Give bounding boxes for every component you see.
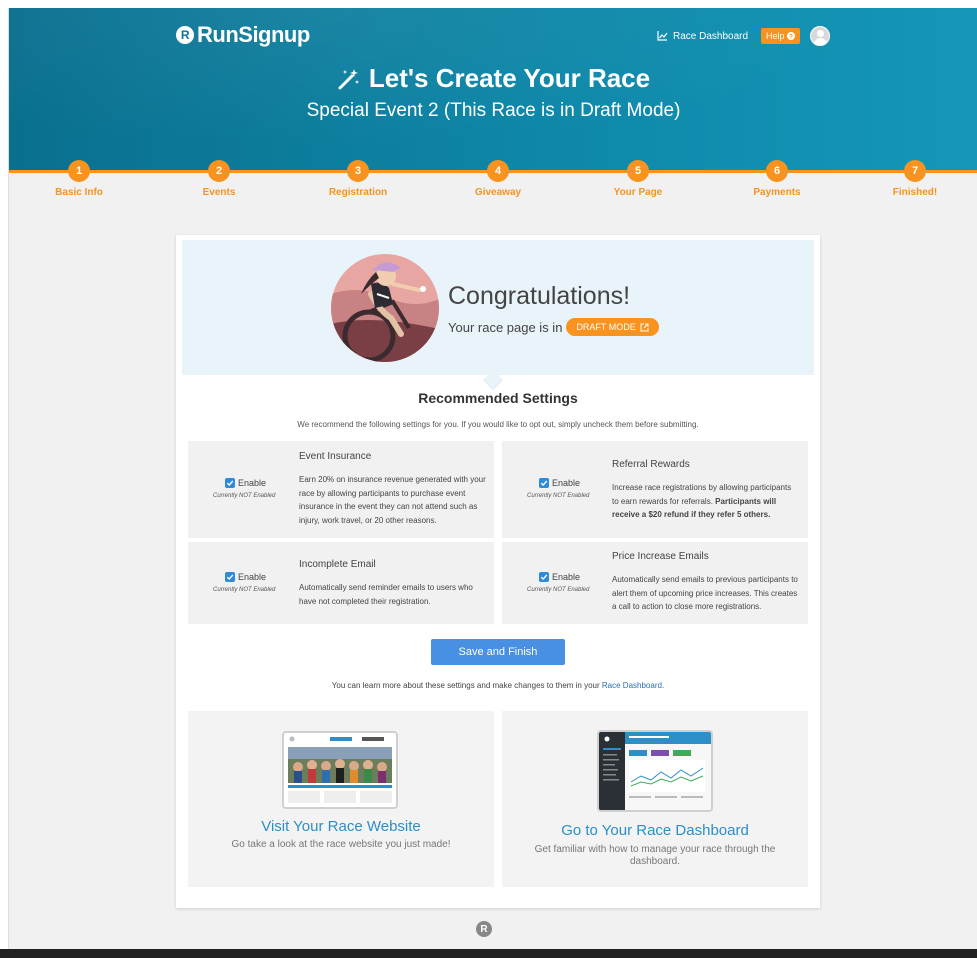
dashboard-promo-title[interactable]: Go to Your Race Dashboard [502,822,808,839]
draft-mode-badge-label: DRAFT MODE [576,322,636,332]
page-title: Let's Create Your Race [9,63,977,94]
race-dashboard-link[interactable]: Race Dashboard [657,31,748,42]
dashboard-promo-desc: Get familiar with how to manage your rac… [534,844,776,867]
learn-more-text: You can learn more about these settings … [176,681,820,690]
dashboard-preview-image [597,730,713,812]
step-number: 6 [766,160,788,182]
help-button[interactable]: Help ? [761,28,800,44]
option-incomplete-email: Enable Currently NOT Enabled Incomplete … [188,542,494,624]
question-icon: ? [786,32,795,40]
status-note: Currently NOT Enabled [213,493,276,499]
top-nav: Race Dashboard Help ? [657,26,830,46]
step-label: Basic Info [55,187,103,198]
learn-more-prefix: You can learn more about these settings … [331,681,600,690]
logo-mark: R [176,26,194,44]
checkbox-checked-icon [225,478,235,488]
recommended-heading: Recommended Settings [418,390,578,406]
wizard-step-registration[interactable]: 3 Registration [298,160,418,198]
enable-label: Enable [238,572,267,582]
step-number: 3 [347,160,369,182]
option-description: Earn 20% on insurance revenue generated … [299,475,486,525]
wizard-step-giveaway[interactable]: 4 Giveaway [438,160,558,198]
step-label: Payments [753,187,801,198]
help-label: Help [766,31,785,41]
step-label: Registration [328,187,388,198]
chart-icon [657,31,668,41]
option-referral-rewards: Enable Currently NOT Enabled Referral Re… [502,441,808,538]
option-title: Incomplete Email [299,559,376,570]
option-description: Increase race registrations by allowing … [612,481,797,522]
step-label: Finished! [892,187,938,198]
incomplete-email-checkbox[interactable]: Enable [225,572,266,582]
learn-more-suffix: . [661,681,665,690]
price-increase-emails-checkbox[interactable]: Enable [539,572,580,582]
checkbox-checked-icon [539,572,549,582]
race-dashboard-label: Race Dashboard [673,30,749,42]
visit-website-promo[interactable]: Visit Your Race Website Go take a look a… [188,711,494,887]
enable-label: Enable [552,572,581,582]
draft-mode-line: Your race page is in DRAFT MODE [448,318,659,336]
page-frame: R RunSignup Race Dashboard Help ? Let's [8,8,977,958]
page-title-text: Let's Create Your Race [368,63,651,93]
recommended-subtitle: We recommend the following settings for … [297,420,699,429]
option-description: Automatically send emails to previous pa… [612,575,798,611]
referral-rewards-checkbox[interactable]: Enable [539,478,580,488]
external-link-icon [640,323,649,331]
step-number: 4 [487,160,509,182]
visit-website-title[interactable]: Visit Your Race Website [188,818,494,835]
status-note: Currently NOT Enabled [527,493,590,499]
magic-wand-icon [338,68,359,89]
option-event-insurance: Enable Currently NOT Enabled Event Insur… [188,441,494,538]
option-description: Automatically send reminder emails to us… [299,583,473,606]
race-dashboard-inline-link[interactable]: Race Dashboard [602,681,662,690]
wizard-step-finished[interactable]: 7 Finished! [855,160,975,198]
option-title: Event Insurance [299,451,372,462]
step-number: 7 [904,160,926,182]
option-price-increase-emails: Enable Currently NOT Enabled Price Incre… [502,542,808,624]
save-and-finish-button[interactable]: Save and Finish [431,639,565,665]
step-label: Events [202,187,236,198]
status-note: Currently NOT Enabled [527,587,590,593]
user-avatar[interactable] [809,26,830,46]
step-label: Your Page [613,187,663,198]
wizard-step-events[interactable]: 2 Events [159,160,279,198]
visit-website-desc: Go take a look at the race website you j… [231,839,451,850]
runsignup-logo[interactable]: R RunSignup [176,22,310,48]
checkbox-checked-icon [225,572,235,582]
website-preview-image [282,731,398,809]
cyclist-illustration [331,254,439,362]
footer-logo[interactable]: R [476,921,492,937]
step-label: Giveaway [474,187,522,198]
step-number: 2 [208,160,230,182]
wizard-step-payments[interactable]: 6 Payments [717,160,837,198]
draft-mode-badge[interactable]: DRAFT MODE [566,318,659,336]
step-number: 1 [68,160,90,182]
finish-card: Congratulations! Your race page is in DR… [176,235,820,908]
dashboard-promo[interactable]: Go to Your Race Dashboard Get familiar w… [502,711,808,887]
event-insurance-checkbox[interactable]: Enable [225,478,266,488]
enable-label: Enable [238,478,267,488]
page-subtitle: Special Event 2 (This Race is in Draft M… [306,100,681,121]
option-title: Referral Rewards [612,459,690,470]
bottom-bar [0,949,977,958]
logo-text: RunSignup [197,22,310,47]
enable-label: Enable [552,478,581,488]
wizard-step-your-page[interactable]: 5 Your Page [578,160,698,198]
status-note: Currently NOT Enabled [213,587,276,593]
wizard-step-basic-info[interactable]: 1 Basic Info [19,160,139,198]
checkbox-checked-icon [539,478,549,488]
step-number: 5 [627,160,649,182]
congrats-panel: Congratulations! Your race page is in DR… [182,240,814,375]
option-title: Price Increase Emails [612,551,709,562]
congrats-heading: Congratulations! [448,282,631,310]
svg-text:?: ? [789,33,793,40]
draft-mode-text: Your race page is in [448,319,563,335]
